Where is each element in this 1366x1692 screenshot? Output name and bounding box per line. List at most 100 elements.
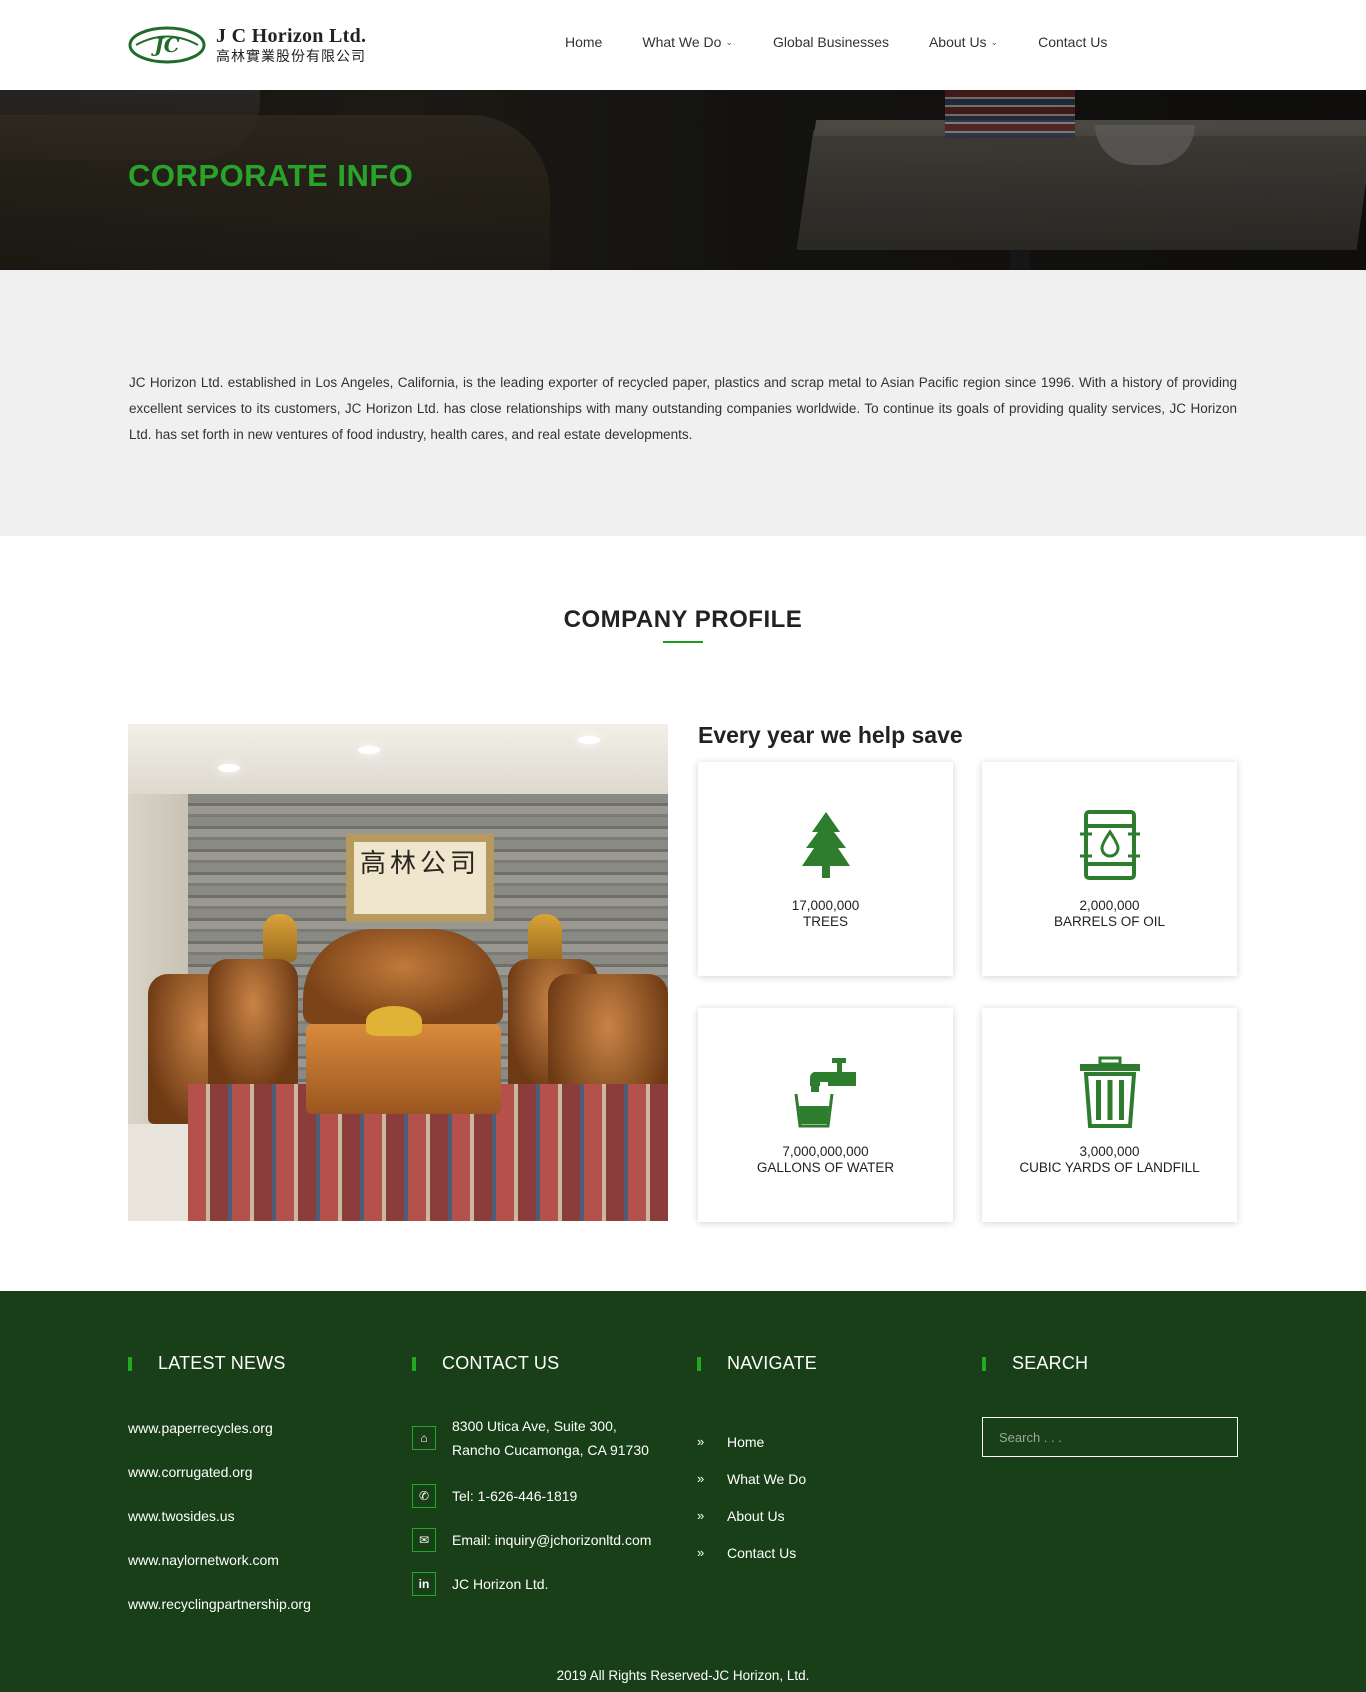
contact-us-title: CONTACT US	[442, 1353, 560, 1373]
news-link[interactable]: www.twosides.us	[128, 1507, 311, 1551]
photo-ceiling-light	[578, 736, 600, 744]
heading-bar	[982, 1356, 986, 1371]
double-chevron-right-icon: »	[697, 1508, 705, 1523]
nav-what-we-do[interactable]: What We Do ⌄	[642, 34, 733, 50]
address-line-2: Rancho Cucamonga, CA 91730	[452, 1442, 649, 1458]
logo-initials: JC	[150, 33, 179, 57]
office-photo: 高林公司	[128, 724, 668, 1221]
jc-logo-icon: JC	[128, 26, 206, 64]
phone-icon: ✆	[412, 1484, 436, 1508]
company-name: J C Horizon Ltd.	[216, 24, 367, 47]
news-link[interactable]: www.recyclingpartnership.org	[128, 1595, 311, 1639]
news-link[interactable]: www.paperrecycles.org	[128, 1419, 311, 1463]
photo-ceiling	[128, 724, 668, 794]
photo-ceiling-light	[218, 764, 240, 772]
photo-statue	[263, 914, 297, 962]
photo-coffee-table	[306, 1024, 501, 1114]
intro-section: JC Horizon Ltd. established in Los Angel…	[0, 270, 1366, 536]
phone-text: Tel: 1-626-446-1819	[452, 1488, 578, 1504]
calligraphy-text: 高林公司	[354, 842, 486, 914]
footer-nav-label: What We Do	[727, 1470, 807, 1487]
footer-nav-about-us[interactable]: » About Us	[697, 1497, 806, 1534]
nav-global-businesses[interactable]: Global Businesses	[773, 34, 889, 50]
hero-banner: CORPORATE INFO	[0, 90, 1366, 270]
chevron-down-icon: ⌄	[990, 36, 999, 47]
news-link[interactable]: www.naylornetwork.com	[128, 1551, 311, 1595]
navigate-title: NAVIGATE	[727, 1353, 817, 1373]
site-footer: LATEST NEWS www.paperrecycles.org www.co…	[0, 1291, 1366, 1692]
footer-nav-label: Home	[727, 1433, 765, 1450]
footer-news-heading: LATEST NEWS	[128, 1353, 286, 1374]
news-links: www.paperrecycles.org www.corrugated.org…	[128, 1419, 311, 1639]
footer-nav: » Home » What We Do » About Us » Contact Us	[697, 1423, 806, 1571]
nav-contact-us-label: Contact Us	[1038, 34, 1108, 50]
tree-icon	[801, 812, 850, 878]
photo-statue	[528, 914, 562, 962]
stat-value: 17,000,000	[791, 898, 860, 913]
stat-label: CUBIC YARDS OF LANDFILL	[1019, 1160, 1200, 1175]
contact-linkedin[interactable]: in JC Horizon Ltd.	[412, 1572, 548, 1596]
footer-contact-heading: CONTACT US	[412, 1353, 559, 1374]
email-text: Email: inquiry@jchorizonltd.com	[452, 1532, 652, 1548]
heading-bar	[128, 1356, 132, 1371]
company-name-chinese: 高林實業股份有限公司	[216, 48, 366, 65]
nav-home-label: Home	[565, 34, 603, 50]
envelope-icon: ✉	[412, 1528, 436, 1552]
nav-global-businesses-label: Global Businesses	[773, 34, 889, 50]
intro-paragraph: JC Horizon Ltd. established in Los Angel…	[129, 375, 1237, 442]
footer-nav-label: About Us	[727, 1507, 785, 1524]
photo-calligraphy-frame: 高林公司	[346, 834, 494, 922]
title-underline	[663, 641, 703, 643]
site-header: JC J C Horizon Ltd. 高林實業股份有限公司 Home What…	[0, 0, 1366, 90]
nav-contact-us[interactable]: Contact Us	[1038, 34, 1107, 50]
stat-card-trees: 17,000,000 TREES	[698, 762, 953, 976]
stat-value: 7,000,000,000	[782, 1144, 869, 1159]
site-logo[interactable]: JC J C Horizon Ltd. 高林實業股份有限公司	[128, 24, 366, 66]
oil-barrel-icon	[1079, 810, 1140, 880]
footer-nav-contact-us[interactable]: » Contact Us	[697, 1534, 806, 1571]
contact-email[interactable]: ✉ Email: inquiry@jchorizonltd.com	[412, 1528, 651, 1552]
nav-what-we-do-label: What We Do	[642, 34, 722, 50]
search-input[interactable]	[982, 1417, 1238, 1457]
stat-label: BARRELS OF OIL	[1053, 914, 1166, 929]
photo-ceiling-light	[358, 746, 380, 754]
search-title: SEARCH	[1012, 1353, 1089, 1373]
nav-about-us[interactable]: About Us ⌄	[929, 34, 998, 50]
footer-nav-label: Contact Us	[727, 1544, 797, 1561]
footer-nav-home[interactable]: » Home	[697, 1423, 806, 1460]
linkedin-text: JC Horizon Ltd.	[452, 1576, 549, 1592]
nav-home[interactable]: Home	[565, 34, 602, 50]
address-line-1: 8300 Utica Ave, Suite 300,	[452, 1418, 617, 1434]
water-faucet-icon	[794, 1058, 856, 1128]
company-profile-title: COMPANY PROFILE	[563, 606, 803, 633]
double-chevron-right-icon: »	[697, 1434, 705, 1449]
stat-card-landfill: 3,000,000 CUBIC YARDS OF LANDFILL	[982, 1008, 1237, 1222]
photo-chair	[208, 959, 298, 1089]
stat-label: GALLONS OF WATER	[756, 1160, 895, 1175]
page-title: CORPORATE INFO	[128, 158, 414, 193]
double-chevron-right-icon: »	[697, 1471, 705, 1486]
latest-news-title: LATEST NEWS	[158, 1353, 286, 1373]
home-icon: ⌂	[412, 1426, 436, 1450]
copyright-text: 2019 All Rights Reserved-JC Horizon, Ltd…	[556, 1668, 810, 1683]
stat-value: 2,000,000	[1079, 898, 1140, 913]
footer-navigate-heading: NAVIGATE	[697, 1353, 817, 1374]
stat-label: TREES	[802, 914, 848, 929]
footer-search-heading: SEARCH	[982, 1353, 1088, 1374]
photo-gold-ornament	[366, 1006, 422, 1036]
trash-can-icon	[1079, 1056, 1140, 1128]
contact-phone[interactable]: ✆ Tel: 1-626-446-1819	[412, 1484, 577, 1508]
stat-value: 3,000,000	[1079, 1144, 1140, 1159]
stat-card-water: 7,000,000,000 GALLONS OF WATER	[698, 1008, 953, 1222]
double-chevron-right-icon: »	[697, 1545, 705, 1560]
footer-nav-what-we-do[interactable]: » What We Do	[697, 1460, 806, 1497]
nav-about-us-label: About Us	[928, 34, 987, 50]
news-link[interactable]: www.corrugated.org	[128, 1463, 311, 1507]
heading-bar	[697, 1356, 701, 1371]
linkedin-icon: in	[412, 1572, 436, 1596]
stat-card-oil: 2,000,000 BARRELS OF OIL	[982, 762, 1237, 976]
chevron-down-icon: ⌄	[725, 36, 734, 47]
help-save-title: Every year we help save	[698, 722, 963, 748]
contact-address: ⌂ 8300 Utica Ave, Suite 300, Rancho Cuca…	[412, 1414, 649, 1462]
main-nav: Home What We Do ⌄ Global Businesses About…	[565, 0, 1147, 84]
